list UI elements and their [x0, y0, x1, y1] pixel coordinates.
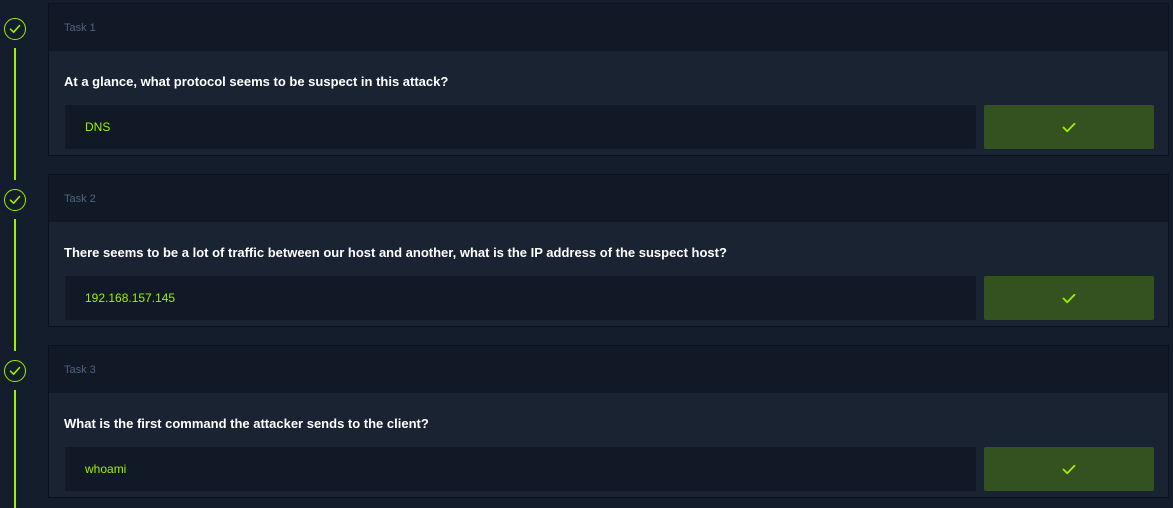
timeline-connector	[14, 48, 16, 180]
submit-answer-button[interactable]	[984, 447, 1154, 491]
timeline-connector	[14, 219, 16, 351]
answer-input[interactable]: DNS	[65, 105, 976, 149]
task-card: Task 1 At a glance, what protocol seems …	[48, 3, 1169, 156]
check-icon	[1062, 464, 1076, 474]
task-header[interactable]: Task 3	[49, 346, 1168, 393]
task-card: Task 3 What is the first command the att…	[48, 345, 1169, 498]
task-list: Task 1 At a glance, what protocol seems …	[0, 0, 1173, 508]
check-icon	[1062, 122, 1076, 132]
task-card: Task 2 There seems to be a lot of traffi…	[48, 174, 1169, 327]
task-label: Task 2	[64, 192, 96, 205]
submit-answer-button[interactable]	[984, 105, 1154, 149]
task-header[interactable]: Task 2	[49, 175, 1168, 222]
submit-answer-button[interactable]	[984, 276, 1154, 320]
task-header[interactable]: Task 1	[49, 4, 1168, 51]
task-1-completed-icon	[4, 18, 26, 40]
task-question: What is the first command the attacker s…	[64, 416, 429, 431]
answer-input[interactable]: 192.168.157.145	[65, 276, 976, 320]
task-question: There seems to be a lot of traffic betwe…	[64, 245, 727, 260]
task-label: Task 1	[64, 21, 96, 34]
task-label: Task 3	[64, 363, 96, 376]
task-2-completed-icon	[4, 189, 26, 211]
task-3-completed-icon	[4, 360, 26, 382]
answer-input[interactable]: whoami	[65, 447, 976, 491]
check-icon	[1062, 293, 1076, 303]
task-question: At a glance, what protocol seems to be s…	[64, 74, 449, 89]
timeline-connector	[14, 390, 16, 508]
